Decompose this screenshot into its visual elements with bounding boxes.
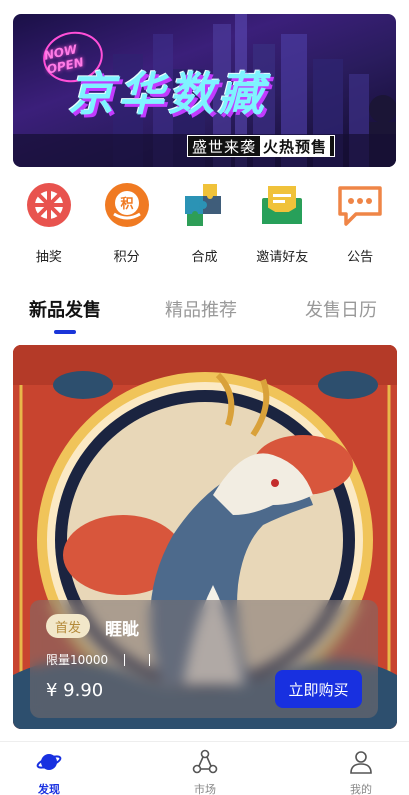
menu-label-points: 积分: [113, 250, 140, 265]
first-release-badge: 首发: [46, 614, 90, 638]
nav-mine[interactable]: 我的: [331, 749, 391, 795]
bottom-navigation: 发现 市场 我的: [0, 741, 409, 795]
product-card[interactable]: 首发 睚眦 限量10000 ¥ 9.90 立即购买: [13, 345, 397, 729]
nav-label-market: 市场: [194, 783, 216, 795]
product-info-panel: 首发 睚眦 限量10000 ¥ 9.90 立即购买: [30, 600, 378, 718]
tab-new-release[interactable]: 新品发售: [29, 296, 101, 322]
menu-item-invite[interactable]: 邀请好友: [247, 180, 317, 270]
planet-icon: [36, 749, 62, 775]
quick-menu: 抽奖 积 积分 合成 邀请好友 公告: [0, 180, 409, 270]
limit-quantity-text: 限量10000: [46, 653, 109, 667]
buy-now-button[interactable]: 立即购买: [275, 670, 362, 708]
nav-discover[interactable]: 发现: [19, 749, 79, 795]
menu-label-announcement: 公告: [347, 250, 374, 265]
banner-subtitle: 盛世来袭 火热预售: [187, 135, 336, 157]
user-icon: [348, 749, 374, 775]
puzzle-compose-icon: [179, 180, 229, 230]
tab-active-indicator: [54, 330, 76, 334]
menu-item-announcement[interactable]: 公告: [325, 180, 395, 270]
banner-subtitle-main: 盛世来袭: [192, 137, 257, 156]
limit-divider: [124, 653, 126, 666]
product-name: 睚眦: [105, 620, 139, 640]
nav-market[interactable]: 市场: [175, 749, 235, 795]
menu-item-compose[interactable]: 合成: [169, 180, 239, 270]
menu-item-points[interactable]: 积 积分: [92, 180, 162, 270]
tab-featured[interactable]: 精品推荐: [165, 296, 237, 322]
lottery-wheel-icon: [24, 180, 74, 230]
menu-label-invite: 邀请好友: [256, 250, 309, 265]
nav-label-discover: 发现: [38, 783, 60, 795]
menu-label-compose: 合成: [191, 250, 218, 265]
network-nodes-icon: [192, 749, 218, 775]
announcement-chat-icon: [335, 180, 385, 230]
category-tabs: 新品发售 精品推荐 发售日历: [0, 296, 409, 336]
limit-divider: [149, 653, 151, 666]
nav-label-mine: 我的: [350, 783, 372, 795]
invite-envelope-icon: [257, 180, 307, 230]
menu-item-lottery[interactable]: 抽奖: [14, 180, 84, 270]
hero-banner[interactable]: NOW OPEN 京华数藏 盛世来袭 火热预售: [13, 14, 396, 167]
tab-release-calendar[interactable]: 发售日历: [305, 296, 377, 322]
points-glyph: 积: [120, 196, 133, 212]
product-price: ¥ 9.90: [46, 680, 104, 701]
points-icon: 积: [102, 180, 152, 230]
banner-subtitle-hot: 火热预售: [260, 135, 331, 157]
banner-title: 京华数藏: [68, 67, 268, 121]
limit-quantity: 限量10000: [46, 651, 151, 668]
menu-label-lottery: 抽奖: [35, 250, 62, 265]
